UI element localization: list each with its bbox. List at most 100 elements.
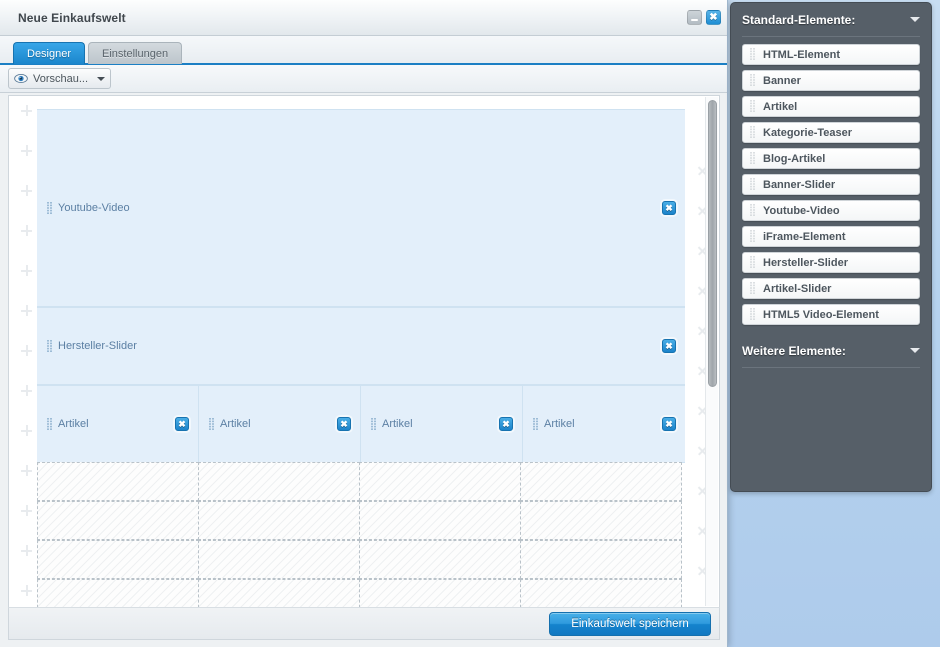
grid-cell-element[interactable]: Artikel ✖ (199, 385, 361, 463)
canvas-scrollbar[interactable] (705, 97, 718, 606)
delete-element-button[interactable]: ✖ (337, 417, 351, 431)
grid-cell-element[interactable]: Artikel ✖ (361, 385, 523, 463)
element-palette-item[interactable]: Artikel-Slider (742, 278, 920, 299)
element-palette-item[interactable]: Kategorie-Teaser (742, 122, 920, 143)
add-row-icon[interactable] (21, 465, 32, 476)
delete-element-button[interactable]: ✖ (175, 417, 189, 431)
add-row-icon[interactable] (21, 505, 32, 516)
drag-handle-icon (371, 417, 376, 430)
remove-row-icon[interactable] (697, 325, 705, 336)
grid-cell-empty[interactable] (520, 462, 682, 501)
element-palette-item[interactable]: iFrame-Element (742, 226, 920, 247)
remove-row-icon[interactable] (697, 485, 705, 496)
standard-elements-header[interactable]: Standard-Elemente: (742, 3, 920, 37)
main-window: Neue Einkaufswelt ✖ Designer Einstellung… (0, 0, 728, 647)
window-footer: Einkaufswelt speichern (8, 607, 720, 640)
window-controls: ✖ (687, 10, 721, 25)
tab-einstellungen[interactable]: Einstellungen (88, 42, 183, 64)
grid-cell-empty[interactable] (37, 540, 199, 579)
element-palette-item-label: Artikel (763, 100, 798, 113)
element-label-text: Artikel (382, 418, 413, 430)
grid-row: Artikel ✖ Artikel ✖ Artikel ✖ Artikel ✖ (37, 385, 685, 463)
minimize-button[interactable] (687, 10, 702, 25)
element-palette-item-label: HTML-Element (763, 48, 840, 61)
element-palette-item[interactable]: Blog-Artikel (742, 148, 920, 169)
tab-bar: Designer Einstellungen (0, 36, 727, 65)
chevron-down-icon[interactable] (910, 17, 920, 22)
grid-cell-empty[interactable] (37, 501, 199, 540)
chevron-down-icon[interactable] (910, 348, 920, 353)
grid-cell-empty[interactable] (198, 579, 360, 607)
drag-handle-icon (209, 417, 214, 430)
grid-cell-empty[interactable] (359, 501, 521, 540)
add-row-icon[interactable] (21, 545, 32, 556)
designer-canvas: Youtube-Video ✖ Hersteller-Slider ✖ Artikel ✖… (8, 95, 720, 607)
grid-cell-empty[interactable] (359, 462, 521, 501)
grid-cell-element[interactable]: Youtube-Video ✖ (37, 109, 685, 307)
add-row-icon[interactable] (21, 425, 32, 436)
grid-row (37, 501, 685, 541)
element-palette-item[interactable]: HTML5 Video-Element (742, 304, 920, 325)
add-row-icon[interactable] (21, 145, 32, 156)
tab-designer[interactable]: Designer (13, 42, 86, 64)
remove-row-icon[interactable] (697, 205, 705, 216)
element-label: Artikel (199, 417, 251, 431)
add-row-icon[interactable] (21, 385, 32, 396)
delete-element-button[interactable]: ✖ (662, 339, 676, 353)
element-palette-item[interactable]: Banner (742, 70, 920, 91)
preview-button[interactable]: Vorschau... (8, 68, 112, 89)
add-row-icon[interactable] (21, 585, 32, 596)
delete-element-button[interactable]: ✖ (662, 201, 676, 215)
remove-row-icon[interactable] (697, 405, 705, 416)
window-title: Neue Einkaufswelt (18, 10, 126, 25)
grid-row (37, 579, 685, 607)
add-row-icon[interactable] (21, 305, 32, 316)
remove-row-icon[interactable] (697, 285, 705, 296)
element-label-text: Artikel (544, 418, 575, 430)
element-palette-item-label: Banner (763, 74, 801, 87)
element-palette-item-label: Hersteller-Slider (763, 256, 848, 269)
remove-row-icon[interactable] (697, 445, 705, 456)
element-palette-item[interactable]: Youtube-Video (742, 200, 920, 221)
element-palette-item[interactable]: HTML-Element (742, 44, 920, 65)
grid-cell-element[interactable]: Artikel ✖ (523, 385, 685, 463)
grid-cell-empty[interactable] (198, 501, 360, 540)
delete-element-button[interactable]: ✖ (499, 417, 513, 431)
add-row-icon[interactable] (21, 265, 32, 276)
grid-cell-empty[interactable] (37, 462, 199, 501)
grid-cell-empty[interactable] (37, 579, 199, 607)
add-row-icon[interactable] (21, 105, 32, 116)
grid-cell-empty[interactable] (359, 540, 521, 579)
remove-row-icon[interactable] (697, 165, 705, 176)
add-row-icon[interactable] (21, 185, 32, 196)
save-button[interactable]: Einkaufswelt speichern (549, 611, 711, 636)
element-palette-item[interactable]: Banner-Slider (742, 174, 920, 195)
element-palette-item[interactable]: Hersteller-Slider (742, 252, 920, 273)
grid-cell-empty[interactable] (198, 540, 360, 579)
element-palette-item[interactable]: Artikel (742, 96, 920, 117)
drag-handle-icon (750, 74, 755, 86)
grid-cell-empty[interactable] (520, 540, 682, 579)
grid-row: Youtube-Video ✖ (37, 109, 685, 307)
remove-row-icon[interactable] (697, 565, 705, 576)
element-label-text: Artikel (220, 418, 251, 430)
close-button[interactable]: ✖ (706, 10, 721, 25)
remove-row-icon[interactable] (697, 365, 705, 376)
remove-row-icon[interactable] (697, 525, 705, 536)
canvas-scrollbar-thumb[interactable] (708, 100, 717, 387)
grid-cell-element[interactable]: Artikel ✖ (37, 385, 199, 463)
grid-cell-empty[interactable] (359, 579, 521, 607)
grid-cell-empty[interactable] (520, 579, 682, 607)
delete-element-button[interactable]: ✖ (662, 417, 676, 431)
add-row-icon[interactable] (21, 345, 32, 356)
chevron-down-icon[interactable] (97, 76, 106, 81)
grid-cell-empty[interactable] (198, 462, 360, 501)
window-titlebar: Neue Einkaufswelt ✖ (0, 0, 727, 36)
canvas-scroll-area: Youtube-Video ✖ Hersteller-Slider ✖ Artikel ✖… (9, 96, 705, 607)
remove-row-icon[interactable] (697, 245, 705, 256)
grid-cell-element[interactable]: Hersteller-Slider ✖ (37, 307, 685, 385)
weitere-elemente-header[interactable]: Weitere Elemente: (742, 334, 920, 368)
element-palette-item-label: Kategorie-Teaser (763, 126, 853, 139)
grid-cell-empty[interactable] (520, 501, 682, 540)
add-row-icon[interactable] (21, 225, 32, 236)
